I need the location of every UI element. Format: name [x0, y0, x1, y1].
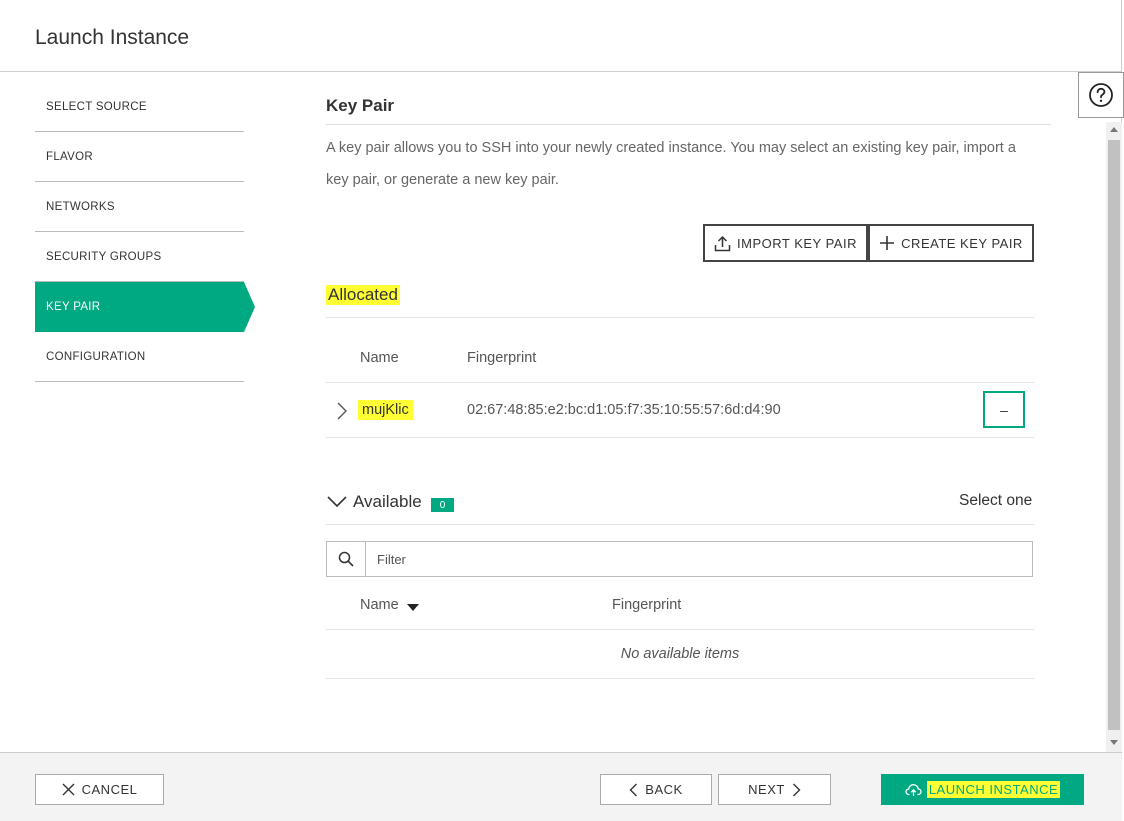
nav-item-select-source[interactable]: SELECT SOURCE: [35, 82, 244, 132]
import-key-pair-label: IMPORT KEY PAIR: [737, 235, 857, 251]
allocated-name-header: Name: [360, 350, 399, 366]
scroll-down-arrow-icon[interactable]: [1110, 740, 1118, 745]
nav-item-label: SECURITY GROUPS: [46, 250, 162, 263]
import-key-pair-button[interactable]: IMPORT KEY PAIR: [703, 224, 868, 262]
available-fingerprint-header: Fingerprint: [612, 597, 682, 613]
cancel-label: CANCEL: [81, 782, 138, 797]
modal-footer: CANCEL BACK NEXT LAUNCH INSTANCE: [0, 752, 1122, 821]
next-button[interactable]: NEXT: [718, 774, 831, 805]
allocated-fingerprint-header: Fingerprint: [467, 350, 537, 366]
upload-icon: [714, 235, 731, 251]
deallocate-button[interactable]: –: [983, 391, 1025, 428]
plus-icon: [880, 236, 895, 250]
chevron-right-icon: [792, 783, 801, 796]
launch-instance-button[interactable]: LAUNCH INSTANCE: [881, 774, 1084, 805]
filter-input[interactable]: [367, 542, 1031, 576]
section-title: Key Pair: [326, 96, 1051, 125]
next-label: NEXT: [748, 782, 785, 797]
nav-item-security-groups[interactable]: SECURITY GROUPS: [35, 232, 244, 282]
back-button[interactable]: BACK: [600, 774, 712, 805]
scroll-up-arrow-icon[interactable]: [1110, 127, 1118, 132]
key-pair-panel: Key Pair A key pair allows you to SSH in…: [326, 72, 1106, 752]
section-description: A key pair allows you to SSH into your n…: [326, 140, 1016, 188]
divider: [326, 382, 1034, 383]
vertical-scrollbar[interactable]: [1106, 122, 1122, 752]
search-icon-cell: [327, 542, 366, 576]
available-name-header[interactable]: Name: [360, 597, 419, 613]
available-name-header-label: Name: [360, 597, 399, 613]
allocated-key-fingerprint: 02:67:48:85:e2:bc:d1:05:f7:35:10:55:57:6…: [467, 402, 781, 418]
divider: [326, 629, 1034, 630]
available-count-badge: 0: [431, 498, 454, 512]
select-one-hint: Select one: [959, 492, 1033, 509]
filter-box: [326, 541, 1033, 577]
nav-item-label: NETWORKS: [46, 200, 115, 213]
nav-item-configuration[interactable]: CONFIGURATION: [35, 332, 244, 382]
nav-item-label: KEY PAIR: [46, 301, 101, 313]
back-label: BACK: [645, 782, 683, 797]
divider: [326, 317, 1034, 318]
divider: [326, 678, 1034, 679]
create-key-pair-button[interactable]: CREATE KEY PAIR: [868, 224, 1034, 262]
nav-item-networks[interactable]: NETWORKS: [35, 182, 244, 232]
scrollbar-thumb[interactable]: [1108, 140, 1120, 730]
chevron-left-icon: [629, 783, 638, 796]
nav-item-key-pair[interactable]: KEY PAIR: [35, 282, 255, 332]
empty-state-text: No available items: [620, 646, 740, 662]
sort-down-icon: [406, 603, 419, 611]
modal-header: Launch Instance: [0, 0, 1122, 72]
close-icon: [62, 783, 75, 796]
nav-item-flavor[interactable]: FLAVOR: [35, 132, 244, 182]
launch-instance-modal: Launch Instance SELECT SOURCE FLAVOR NET…: [0, 0, 1124, 821]
cancel-button[interactable]: CANCEL: [35, 774, 164, 805]
create-key-pair-label: CREATE KEY PAIR: [901, 235, 1023, 251]
wizard-nav: SELECT SOURCE FLAVOR NETWORKS SECURITY G…: [35, 82, 255, 382]
divider: [326, 524, 1034, 525]
allocated-title: Allocated: [326, 285, 400, 305]
cloud-upload-icon: [905, 783, 922, 796]
search-icon: [338, 551, 354, 567]
nav-item-label: CONFIGURATION: [46, 350, 146, 363]
nav-item-label: SELECT SOURCE: [46, 100, 147, 113]
chevron-right-icon[interactable]: [334, 400, 350, 422]
nav-item-label: FLAVOR: [46, 150, 93, 163]
allocated-key-name: mujKlic: [358, 400, 413, 420]
launch-instance-label: LAUNCH INSTANCE: [926, 781, 1061, 798]
modal-title: Launch Instance: [35, 26, 190, 49]
chevron-down-icon[interactable]: [326, 494, 348, 510]
divider: [326, 437, 1034, 438]
available-title: Available: [353, 492, 422, 511]
